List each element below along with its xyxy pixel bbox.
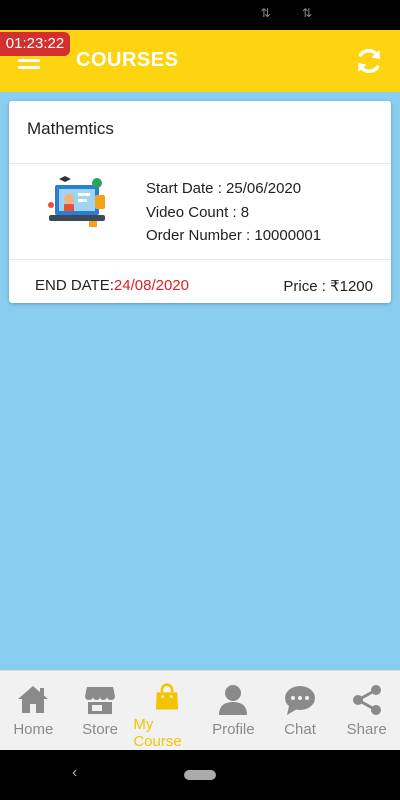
end-date-label: END DATE: [35, 277, 114, 294]
end-date-value: 24/08/2020 [113, 277, 189, 294]
bottom-nav: Home Store My Course Profile Chat Share [0, 670, 400, 750]
start-date: Start Date : 25/06/2020 [146, 180, 302, 197]
nav-label-home: Home [13, 721, 54, 738]
nav-label-my-course: My Course [133, 716, 182, 750]
end-date: END DATE:24/08/2020 [35, 277, 189, 294]
nav-item-share[interactable]: Share [333, 671, 400, 750]
course-thumbnail-icon [48, 176, 105, 227]
nav-label-profile: Profile [212, 721, 255, 738]
divider [9, 259, 391, 260]
nav-item-my-course[interactable]: My Course [133, 671, 200, 750]
share-icon [352, 685, 381, 715]
nav-label-store: Store [82, 721, 118, 738]
nav-item-store[interactable]: Store [67, 671, 134, 750]
course-title: Mathemtics [27, 119, 114, 138]
nav-label-chat: Chat [284, 721, 316, 738]
home-button[interactable] [184, 770, 216, 780]
course-list: Mathemtics Start Date : 25/06/2020 Video… [0, 92, 400, 670]
store-icon [85, 687, 115, 714]
timer-badge: 01:23:22 [0, 32, 70, 56]
course-price: Price : ₹1200 [283, 278, 373, 295]
shopping-bag-icon [155, 683, 178, 710]
person-icon [219, 685, 248, 715]
back-button[interactable]: ‹ [72, 764, 77, 782]
chat-icon [285, 686, 316, 715]
order-number: Order Number : 10000001 [146, 227, 322, 244]
status-bar: ⇅ ⇅ [0, 0, 400, 30]
course-details: Start Date : 25/06/2020 Video Count : 8 … [146, 177, 321, 248]
video-count: Video Count : 8 [146, 203, 250, 221]
system-navigation-bar: ‹ [0, 750, 400, 800]
course-card[interactable]: Mathemtics Start Date : 25/06/2020 Video… [9, 101, 391, 303]
nav-item-chat[interactable]: Chat [267, 671, 334, 750]
page-title: COURSES [76, 49, 179, 71]
refresh-icon[interactable] [354, 46, 384, 76]
nav-item-profile[interactable]: Profile [200, 671, 267, 750]
nav-item-home[interactable]: Home [0, 671, 67, 750]
home-icon [18, 686, 49, 713]
signal-icons: ⇅ ⇅ [260, 6, 326, 20]
nav-label-share: Share [346, 721, 387, 738]
divider [9, 163, 391, 164]
